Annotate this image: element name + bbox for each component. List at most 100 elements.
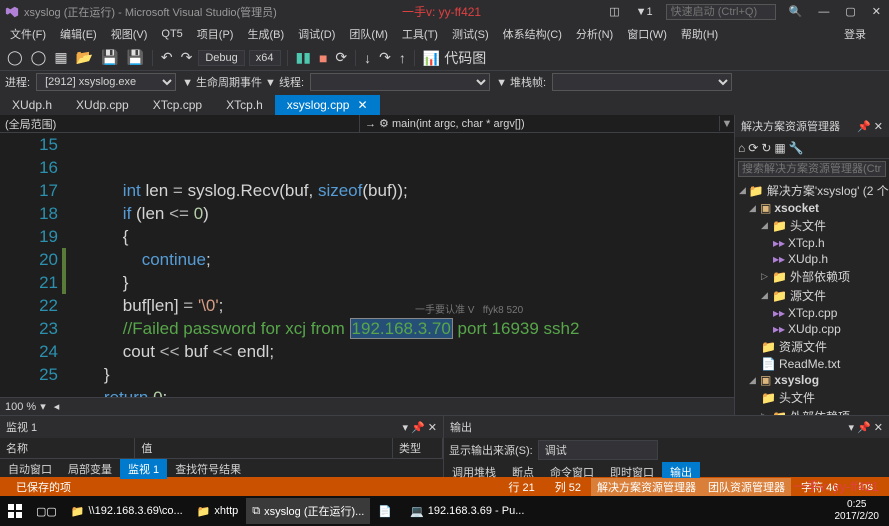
watch-tab-locals[interactable]: 局部变量 — [60, 459, 120, 479]
code-body[interactable]: int len = syslog.Recv(buf, sizeof(buf));… — [70, 133, 734, 397]
menu-arch[interactable]: 体系结构(C) — [496, 24, 569, 44]
tree-folder-external-2[interactable]: ▷📁 外部依赖项 — [735, 407, 889, 415]
status-btn-teamexp[interactable]: 团队资源管理器 — [702, 478, 791, 496]
menu-qt5[interactable]: QT5 — [154, 26, 189, 42]
platform-combo[interactable]: x64 — [249, 50, 281, 66]
solution-search-input[interactable] — [738, 161, 886, 177]
tree-file-readme[interactable]: 📄 ReadMe.txt — [735, 356, 889, 372]
search-icon[interactable]: 🔍 — [786, 5, 806, 18]
refresh-icon[interactable]: ⟳ — [748, 141, 758, 155]
maximize-icon[interactable]: ▢ — [842, 5, 858, 18]
step-over-icon[interactable]: ↷ — [377, 48, 393, 67]
properties-icon[interactable]: 🔧 — [789, 141, 804, 155]
flag-icon[interactable]: ▼1 — [633, 6, 656, 18]
process-combo[interactable]: [2912] xsyslog.exe — [36, 73, 176, 91]
notifications-icon[interactable]: ◫ — [606, 5, 622, 18]
save-all-icon[interactable]: 💾 — [124, 48, 145, 67]
step-out-icon[interactable]: ↑ — [397, 49, 408, 67]
menu-build[interactable]: 生成(B) — [240, 24, 291, 44]
menu-analyze[interactable]: 分析(N) — [569, 24, 620, 44]
stop-icon[interactable]: ■ — [317, 49, 329, 67]
panel-pin-icon[interactable]: 📌 ✕ — [857, 120, 883, 133]
scope-combo[interactable]: (全局范围) — [0, 115, 360, 133]
watch-tab-auto[interactable]: 自动窗口 — [0, 459, 60, 479]
watch-col-value[interactable]: 值 — [135, 438, 393, 458]
minimize-icon[interactable]: — — [815, 6, 832, 18]
watch-tab-findsym[interactable]: 查找符号结果 — [167, 459, 249, 479]
tree-folder-headers-2[interactable]: 📁 头文件 — [735, 388, 889, 407]
task-view-icon[interactable]: ▢▢ — [30, 498, 63, 524]
step-into-icon[interactable]: ↓ — [362, 49, 373, 67]
menu-project[interactable]: 项目(P) — [190, 24, 241, 44]
menu-help[interactable]: 帮助(H) — [674, 24, 725, 44]
undo-icon[interactable]: ↶ — [159, 48, 175, 67]
login-link[interactable]: 登录 — [844, 26, 886, 42]
open-icon[interactable]: 📂 — [74, 48, 95, 67]
nav-fwd-icon[interactable]: ◯ — [29, 48, 49, 67]
close-icon[interactable]: ✕ — [869, 5, 884, 18]
sync-icon[interactable]: ↻ — [761, 141, 771, 155]
code-editor[interactable]: 1516171819202122232425 int len = syslog.… — [0, 133, 734, 397]
start-button[interactable] — [2, 498, 28, 524]
system-clock[interactable]: 0:25 2017/2/20 — [827, 499, 888, 523]
out-tab-callstack[interactable]: 调用堆栈 — [444, 462, 504, 482]
restart-icon[interactable]: ⟳ — [333, 48, 349, 67]
watch-col-name[interactable]: 名称 — [0, 438, 135, 458]
menu-debug[interactable]: 调试(D) — [291, 24, 342, 44]
codemap-button[interactable]: 📊 代码图 — [421, 47, 488, 69]
status-btn-solexp[interactable]: 解决方案资源管理器 — [591, 478, 702, 496]
tree-folder-resources[interactable]: 📁 资源文件 — [735, 337, 889, 356]
watch-col-type[interactable]: 类型 — [393, 438, 443, 458]
task-explorer[interactable]: 📁 \\192.168.3.69\co... — [65, 498, 189, 524]
tree-solution-root[interactable]: ◢📁 解决方案'xsyslog' (2 个项目) — [735, 181, 889, 200]
menu-edit[interactable]: 编辑(E) — [53, 24, 104, 44]
task-vs[interactable]: ⧉ xsyslog (正在运行)... — [246, 498, 370, 524]
tab-xudp-h[interactable]: XUdp.h — [0, 95, 64, 115]
zoom-value[interactable]: 100 % — [5, 401, 36, 413]
status-col: 列 52 — [545, 479, 591, 495]
quick-launch-input[interactable] — [666, 4, 776, 20]
menu-tools[interactable]: 工具(T) — [395, 24, 445, 44]
tree-project-xsyslog[interactable]: ◢▣ xsyslog — [735, 372, 889, 388]
function-combo[interactable]: → ⚙ main(int argc, char * argv[]) — [360, 116, 720, 131]
new-file-icon[interactable]: ▦ — [52, 48, 69, 67]
tree-folder-external[interactable]: ▷📁 外部依赖项 — [735, 267, 889, 286]
task-other[interactable]: 📄 — [372, 498, 402, 524]
menu-file[interactable]: 文件(F) — [3, 24, 53, 44]
task-putty[interactable]: 💻 192.168.3.69 - Pu... — [404, 498, 530, 524]
tree-folder-sources[interactable]: ◢📁 源文件 — [735, 286, 889, 305]
tab-close-icon[interactable]: ✕ — [357, 98, 367, 112]
config-combo[interactable]: Debug — [198, 50, 244, 66]
toolbar: ◯ ◯ ▦ 📂 💾 💾 ↶ ↷ Debug x64 ▮▮ ■ ⟳ ↓ ↷ ↑ 📊… — [0, 45, 889, 71]
menu-test[interactable]: 测试(S) — [445, 24, 496, 44]
watch-pin-icon[interactable]: ▾ 📌 ✕ — [402, 421, 437, 434]
nav-back-icon[interactable]: ◯ — [5, 48, 25, 67]
tab-xtcp-cpp[interactable]: XTcp.cpp — [141, 95, 214, 115]
tab-xtcp-h[interactable]: XTcp.h — [214, 95, 275, 115]
tab-xsyslog-cpp[interactable]: xsyslog.cpp✕ — [275, 95, 380, 115]
task-xhttp[interactable]: 📁 xhttp — [191, 498, 245, 524]
tree-file-xtcp-cpp[interactable]: ▸▸ XTcp.cpp — [735, 305, 889, 321]
pause-icon[interactable]: ▮▮ — [294, 48, 313, 67]
tree-folder-headers[interactable]: ◢📁 头文件 — [735, 216, 889, 235]
tab-xudp-cpp[interactable]: XUdp.cpp — [64, 95, 141, 115]
solution-explorer-title: 解决方案资源管理器 — [741, 118, 840, 134]
thread-combo[interactable] — [310, 73, 490, 91]
output-pin-icon[interactable]: ▾ 📌 ✕ — [848, 421, 883, 434]
menu-view[interactable]: 视图(V) — [104, 24, 155, 44]
tree-project-xsocket[interactable]: ◢▣ xsocket — [735, 200, 889, 216]
output-source-combo[interactable]: 调试 — [538, 440, 658, 460]
solution-tree[interactable]: ◢📁 解决方案'xsyslog' (2 个项目) ◢▣ xsocket ◢📁 头… — [735, 179, 889, 415]
redo-icon[interactable]: ↷ — [179, 48, 195, 67]
tree-file-xudp-cpp[interactable]: ▸▸ XUdp.cpp — [735, 321, 889, 337]
stackframe-combo[interactable] — [552, 73, 732, 91]
save-icon[interactable]: 💾 — [99, 48, 120, 67]
tree-file-xtcp-h[interactable]: ▸▸ XTcp.h — [735, 235, 889, 251]
menu-team[interactable]: 团队(M) — [342, 24, 395, 44]
tree-file-xudp-h[interactable]: ▸▸ XUdp.h — [735, 251, 889, 267]
home-icon[interactable]: ⌂ — [738, 141, 745, 155]
show-all-icon[interactable]: ▦ — [774, 141, 785, 155]
menu-window[interactable]: 窗口(W) — [620, 24, 674, 44]
status-saved: 已保存的项 — [6, 479, 81, 495]
watch-tab-watch1[interactable]: 监视 1 — [120, 459, 167, 479]
